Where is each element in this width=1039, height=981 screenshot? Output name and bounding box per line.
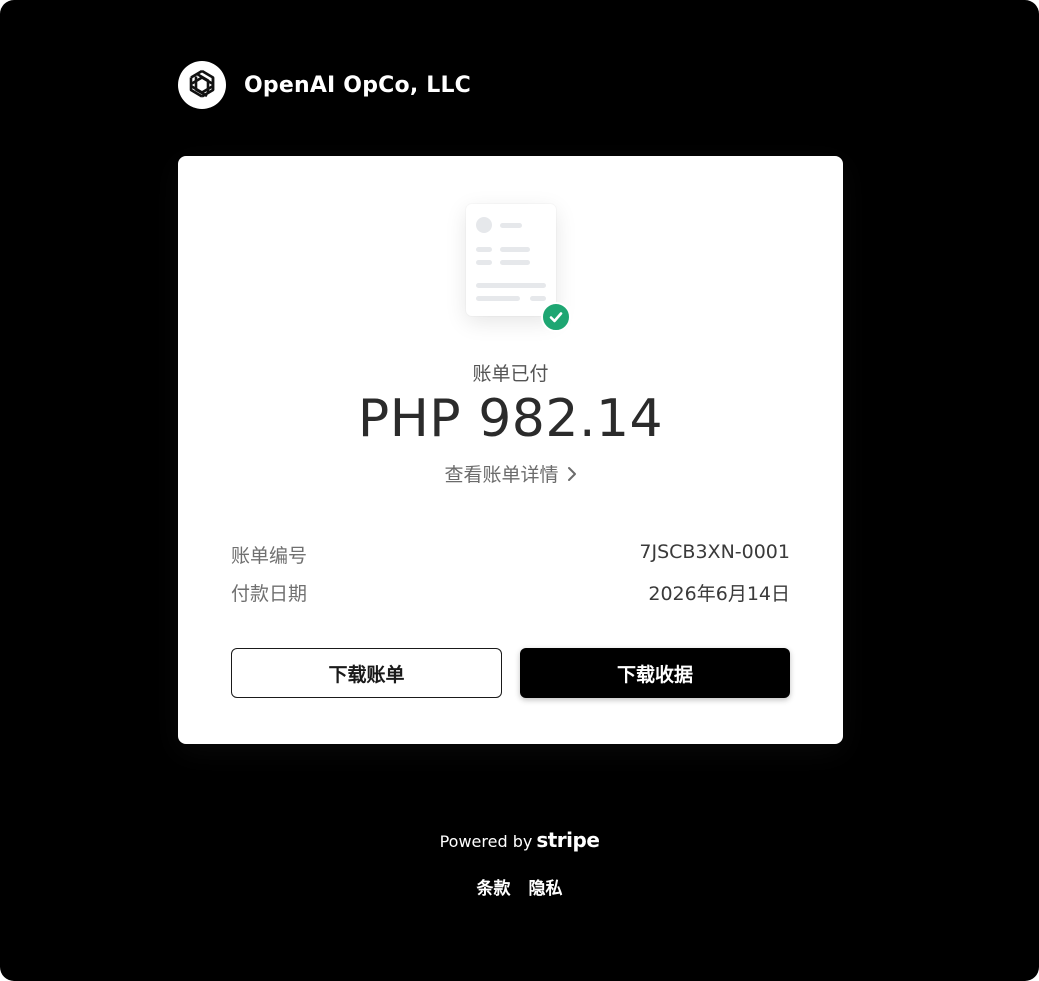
invoice-number-row: 账单编号 7JSCB3XN-0001 [231,541,790,568]
footer-links: 条款 隐私 [0,874,1039,899]
payment-date-row: 付款日期 2026年6月14日 [231,579,790,606]
merchant-name: OpenAI OpCo, LLC [244,72,472,98]
payment-date-label: 付款日期 [231,583,308,605]
openai-logo-icon [178,61,226,109]
document-icon [466,204,556,316]
download-receipt-button[interactable]: 下载收据 [520,648,790,698]
merchant-header: OpenAI OpCo, LLC [178,61,471,109]
privacy-link[interactable]: 隐私 [529,879,563,899]
page-background: OpenAI OpCo, LLC 账单已付 PHP 982.14 查看账单详情 … [0,0,1039,981]
download-invoice-button[interactable]: 下载账单 [231,648,502,698]
powered-by-stripe[interactable]: Powered by stripe [0,828,1039,852]
invoice-card: 账单已付 PHP 982.14 查看账单详情 账单编号 7JSCB3XN-000… [178,156,843,744]
powered-by-label: Powered by [439,832,533,851]
invoice-amount: PHP 982.14 [357,389,664,449]
stripe-logo: stripe [536,828,600,852]
terms-link[interactable]: 条款 [477,879,511,899]
chevron-right-icon [567,465,577,487]
details-link-label: 查看账单详情 [444,464,559,486]
invoice-illustration [414,182,604,362]
view-invoice-details-link[interactable]: 查看账单详情 [178,460,843,487]
check-circle-icon [541,302,571,332]
payment-status: 账单已付 [472,363,549,385]
payment-date-value: 2026年6月14日 [648,583,790,605]
invoice-number-value: 7JSCB3XN-0001 [639,541,790,563]
invoice-number-label: 账单编号 [231,545,308,567]
